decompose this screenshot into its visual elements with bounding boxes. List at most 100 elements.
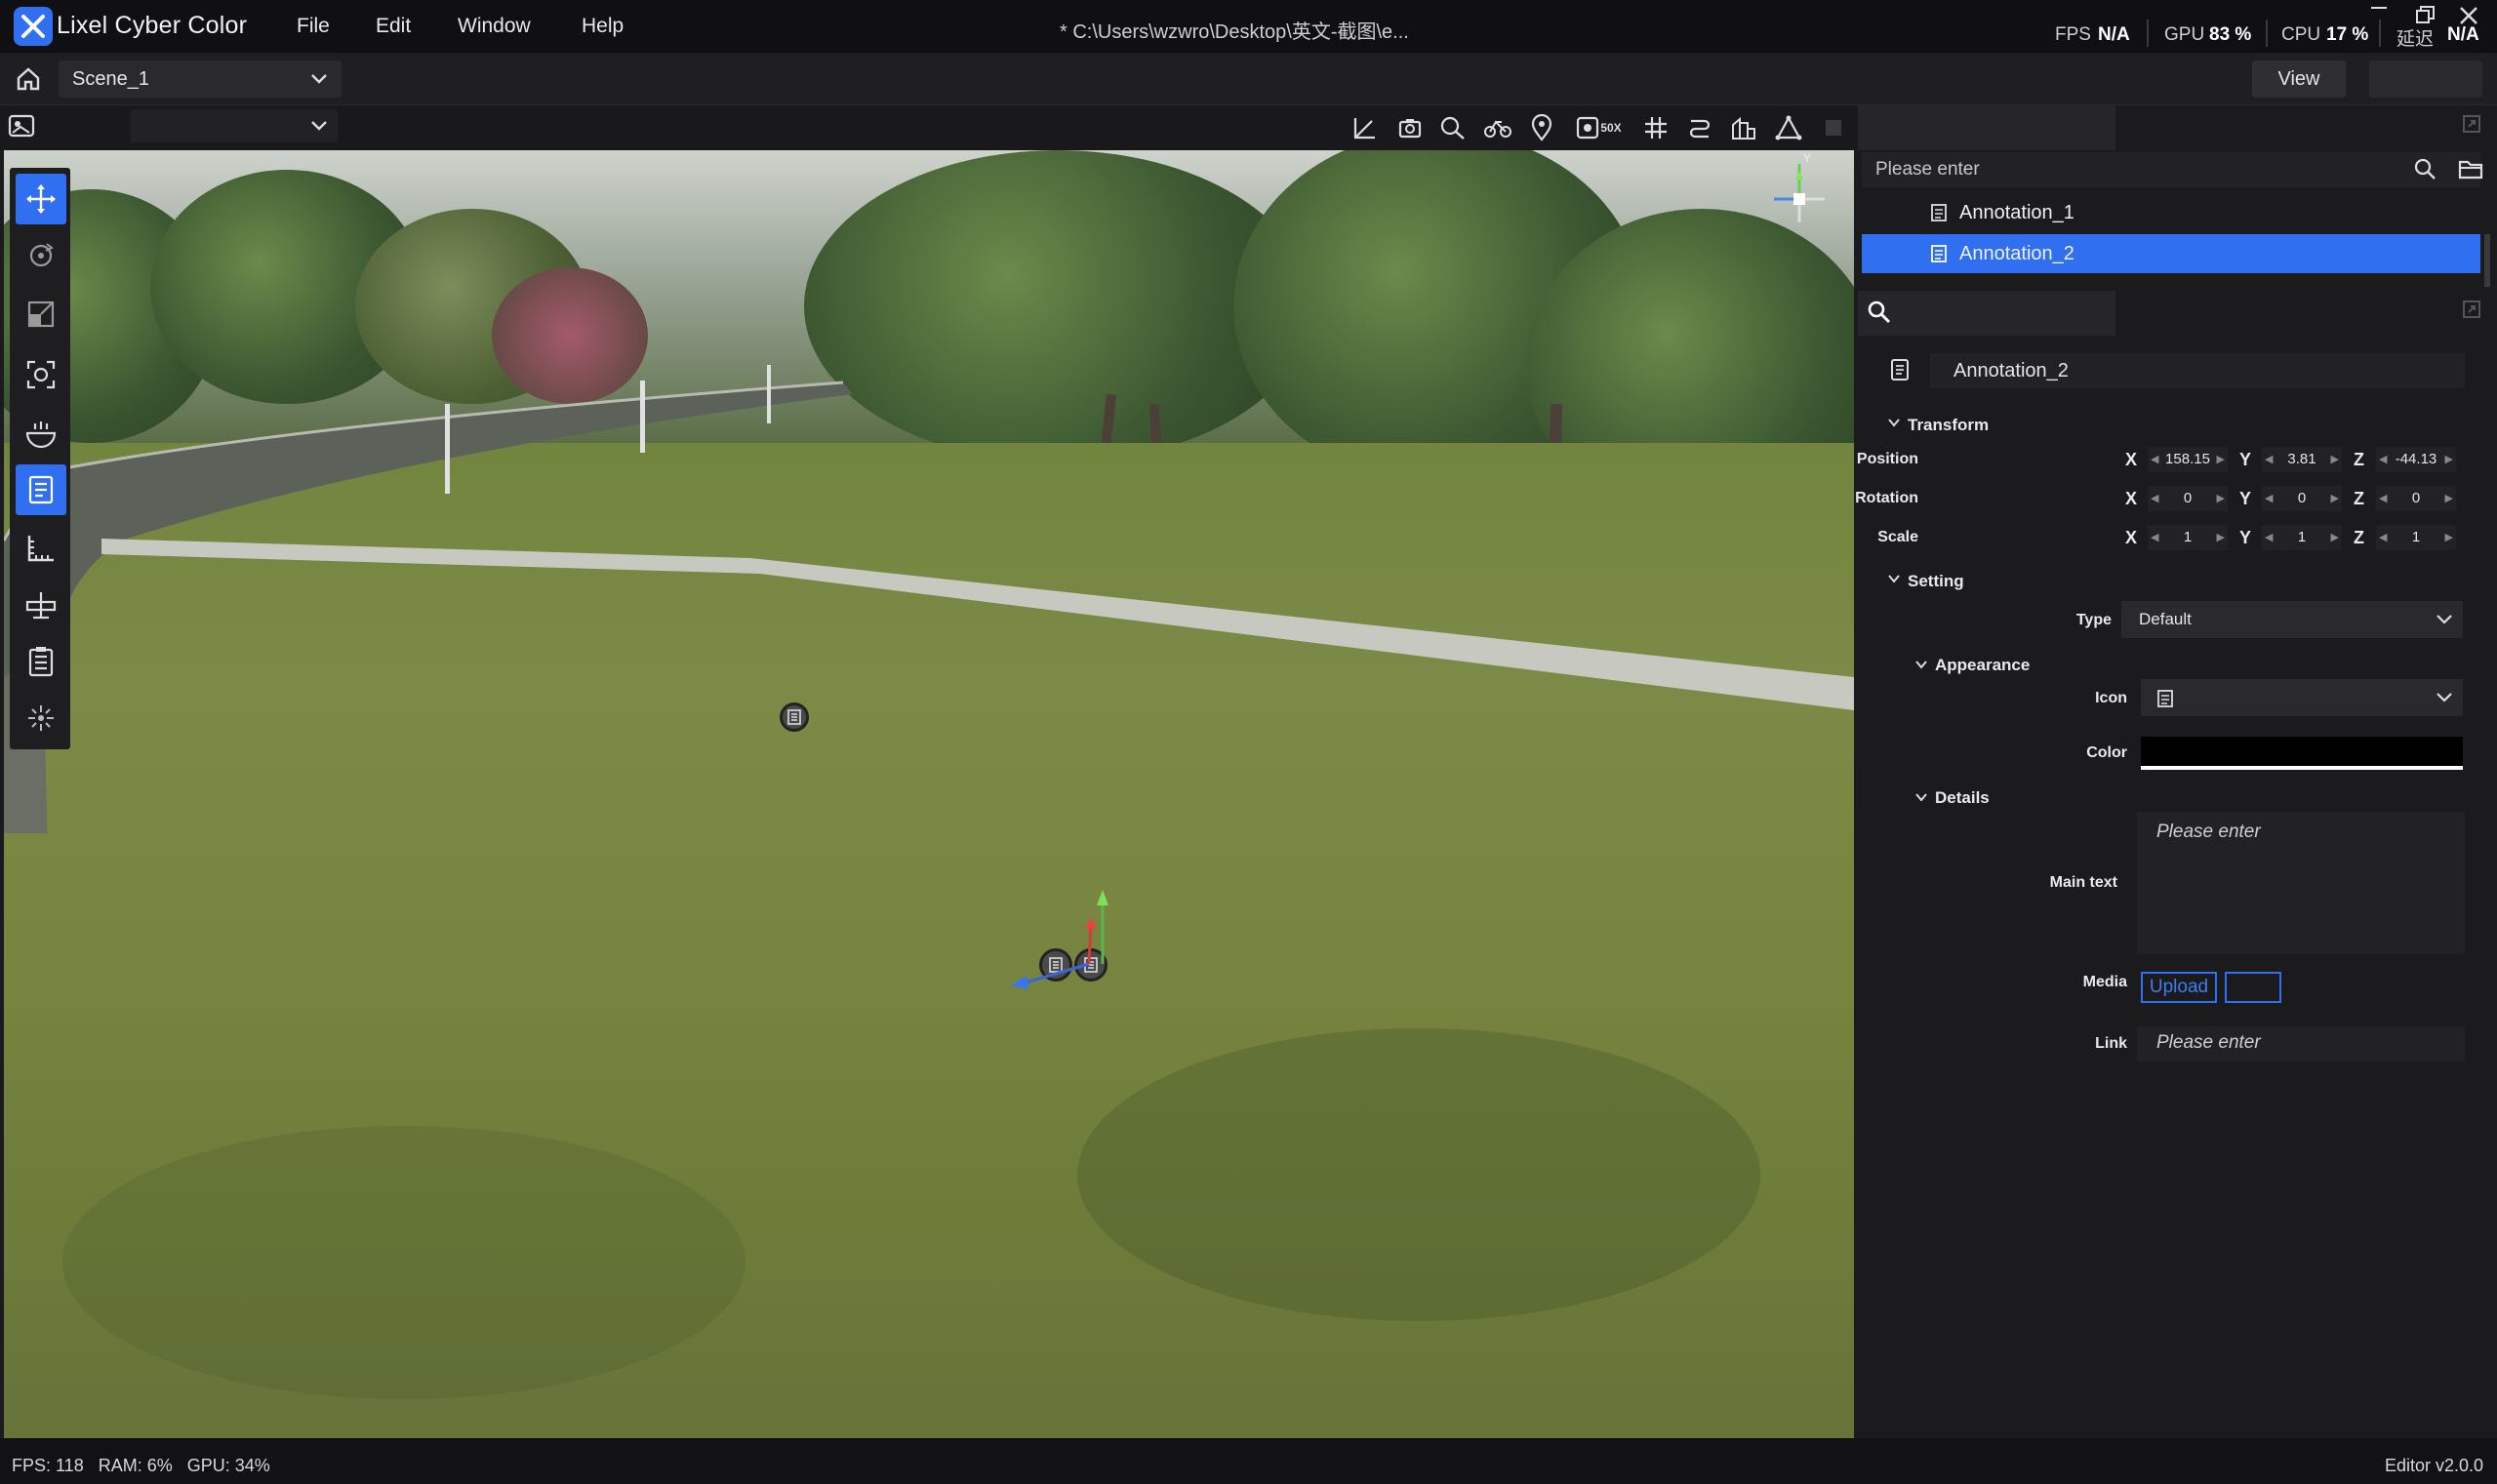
upload-button[interactable]: Upload [2141,972,2217,1003]
search-zoom-icon[interactable] [1436,111,1470,144]
picture-icon[interactable] [8,113,37,140]
axis-icon[interactable] [1349,111,1382,144]
triangle-icon[interactable] [1772,111,1805,144]
ai-tool-button[interactable] [16,693,66,743]
menu-help[interactable]: Help [582,15,624,38]
minimize-icon[interactable] [2369,4,2389,29]
annotation-name-field[interactable]: Annotation_2 [1930,353,2465,388]
outline-item-annotation-1[interactable]: Annotation_1 [1862,193,2480,232]
outline-tab[interactable] [1858,105,2115,150]
clipboard-tool-button[interactable] [16,636,66,687]
link-input[interactable]: Please enter [2137,1026,2465,1062]
focus-tool-button[interactable] [16,349,66,400]
panel-expand-icon[interactable] [2461,299,2482,325]
position-y-field[interactable]: ◀ 3.81 ▶ [2262,447,2342,472]
grass-shade [1077,1028,1760,1321]
scale-x-field[interactable]: ◀ 1 ▶ [2148,525,2228,550]
main-text-label: Main text [2049,874,2117,891]
inspector-tab[interactable] [1858,291,2115,336]
divider [2147,20,2149,47]
move-tool-button[interactable] [16,174,66,224]
transform-collapse-icon[interactable] [1887,416,1901,434]
menu-file[interactable]: File [297,15,330,38]
measure-tool-button[interactable] [16,523,66,574]
clipboard-icon [28,647,54,677]
scale-tool-button[interactable] [16,289,66,340]
menu-window[interactable]: Window [458,15,531,38]
inspector-search-icon[interactable] [1866,299,1893,331]
orientation-gizmo-icon[interactable] [1760,150,1838,228]
scale-x-value: 1 [2183,529,2193,545]
outline-scrollbar[interactable] [2484,234,2490,287]
panel-expand-icon[interactable] [2461,113,2482,140]
annotation-1-marker[interactable] [780,702,809,732]
main-text-textarea[interactable]: Please enter [2137,812,2465,954]
scene-select-value: Scene_1 [72,68,149,90]
folder-icon[interactable] [2457,156,2484,186]
annotation-name-value: Annotation_2 [1953,360,2069,381]
outline-search-input[interactable]: Please enter [1862,152,2480,187]
annotation-icon [2157,690,2173,707]
50x-icon[interactable]: 50X [1569,111,1628,144]
camera-select[interactable] [131,109,338,142]
outline-item-label: Annotation_2 [1959,243,2074,264]
chevron-down-icon [311,121,327,131]
outline-item-annotation-2[interactable]: Annotation_2 [1862,234,2480,273]
zoom-badge: 50X [1600,121,1622,135]
rotation-x-value: 0 [2183,490,2193,506]
rotate-tool-button[interactable] [16,230,66,281]
section-tool-button[interactable] [16,580,66,630]
move-gizmo-icon[interactable] [999,882,1116,989]
rotation-x-field[interactable]: ◀ 0 ▶ [2148,486,2228,511]
app-logo-icon [14,7,53,46]
square-icon[interactable] [1817,111,1850,144]
type-label: Type [2075,612,2112,628]
position-x-field[interactable]: ◀ 158.15 ▶ [2148,447,2228,472]
transform-section-title: Transform [1908,416,1990,434]
measure-building-icon[interactable] [1727,111,1760,144]
annotation-tool-button[interactable] [16,464,66,515]
status-metrics: FPS: 118 RAM: 6% GPU: 34% [12,1456,270,1475]
clipping-tool-button[interactable] [16,408,66,459]
annotation-icon [28,475,54,504]
axis-x-label: X [2125,489,2138,508]
menu-edit[interactable]: Edit [376,15,411,38]
view-button[interactable]: View [2252,60,2346,98]
close-icon[interactable] [2457,4,2480,33]
media-label: Media [2082,974,2127,990]
position-z-value: -44.13 [2395,451,2437,467]
position-z-field[interactable]: ◀ -44.13 ▶ [2376,447,2456,472]
scale-z-field[interactable]: ◀ 1 ▶ [2376,525,2456,550]
camera-icon[interactable] [1393,111,1427,144]
position-y-value: 3.81 [2287,451,2316,467]
viewport-3d[interactable]: Y [4,150,1854,1438]
axis-y-label: Y [2239,528,2252,547]
annotation-icon [1931,204,1947,221]
gpu-label: GPU [2164,24,2205,45]
scene-select[interactable]: Scene_1 [59,60,342,98]
media-preview[interactable] [2225,972,2281,1003]
appearance-collapse-icon[interactable] [1914,658,1928,676]
rotation-z-field[interactable]: ◀ 0 ▶ [2376,486,2456,511]
details-collapse-icon[interactable] [1914,790,1928,809]
icon-label: Icon [2095,690,2127,706]
axis-x-label: X [2125,450,2138,469]
cpu-label: CPU [2281,24,2321,45]
restore-icon[interactable] [2414,4,2437,33]
editor-version: Editor v2.0.0 [2384,1456,2483,1475]
location-pin-icon[interactable] [1525,111,1558,144]
bike-icon[interactable] [1481,111,1514,144]
type-select[interactable]: Default [2121,601,2463,638]
rotation-y-field[interactable]: ◀ 0 ▶ [2262,486,2342,511]
color-swatch[interactable] [2141,737,2463,770]
home-icon[interactable] [12,62,45,96]
icon-select[interactable] [2141,679,2463,716]
path-icon[interactable] [1683,111,1716,144]
search-icon[interactable] [2412,156,2437,186]
scale-y-field[interactable]: ◀ 1 ▶ [2262,525,2342,550]
setting-section-title: Setting [1908,572,1964,590]
setting-collapse-icon[interactable] [1887,572,1901,590]
grid-icon[interactable] [1639,111,1672,144]
lamp-post [767,365,771,423]
empty-button[interactable] [2369,60,2482,98]
